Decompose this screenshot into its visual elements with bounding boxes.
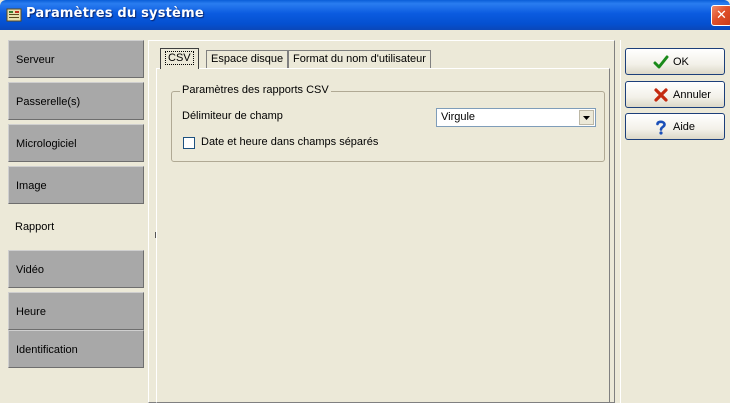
close-button[interactable]: ✕ [711,5,730,26]
sidebar-item-identification[interactable]: Identification [8,330,144,368]
title-bar[interactable]: Paramètres du système ✕ [0,0,730,30]
tab-label: CSV [165,51,194,65]
cancel-button[interactable]: Annuler [625,81,725,108]
ok-label: OK [673,56,689,68]
sidebar-item-passerelles[interactable]: Passerelle(s) [8,82,144,120]
settings-app-icon [6,8,22,22]
sidebar-item-label: Identification [16,344,78,356]
sidebar-item-label: Image [16,180,47,192]
x-icon [654,88,668,102]
check-icon [653,55,669,69]
ok-button[interactable]: OK [625,48,725,75]
close-icon: ✕ [716,8,727,23]
delimiter-select[interactable]: Virgule [436,108,596,127]
sidebar-item-micrologiciel[interactable]: Micrologiciel [8,124,144,162]
tab-label: Espace disque [211,53,284,65]
sidebar-item-label: Micrologiciel [16,138,77,150]
sidebar-item-heure[interactable]: Heure [8,292,144,330]
chevron-down-icon [583,116,590,120]
dropdown-button[interactable] [579,110,594,125]
tab-format-nom-utilisateur[interactable]: Format du nom d'utilisateur [288,50,431,68]
sidebar-item-label: Vidéo [16,264,44,276]
delimiter-value: Virgule [441,111,476,123]
sidebar-item-serveur[interactable]: Serveur [8,40,144,78]
window-title: Paramètres du système [26,6,204,21]
help-label: Aide [673,121,696,133]
tab-csv[interactable]: CSV [160,48,199,69]
tab-espace-disque[interactable]: Espace disque [206,50,289,68]
cancel-label: Annuler [673,89,711,101]
sidebar-item-label: Heure [16,306,46,318]
separate-datetime-checkbox[interactable] [183,137,195,149]
tab-label: Format du nom d'utilisateur [293,53,426,65]
sidebar-item-video[interactable]: Vidéo [8,250,144,288]
sidebar-item-label: Passerelle(s) [16,96,81,108]
sidebar-filler [8,373,144,403]
separate-datetime-label: Date et heure dans champs séparés [201,136,379,148]
sidebar-item-label: Rapport [15,221,55,233]
delimiter-label: Délimiteur de champ [182,110,283,122]
sidebar-item-rapport[interactable]: Rapport [8,208,157,246]
question-icon [656,120,666,135]
sidebar-item-label: Serveur [16,54,55,66]
group-title: Paramètres des rapports CSV [180,84,331,96]
sidebar-item-image[interactable]: Image [8,166,144,204]
help-button[interactable]: Aide [625,113,725,140]
category-sidebar: Serveur Passerelle(s) Micrologiciel Imag… [8,40,157,403]
